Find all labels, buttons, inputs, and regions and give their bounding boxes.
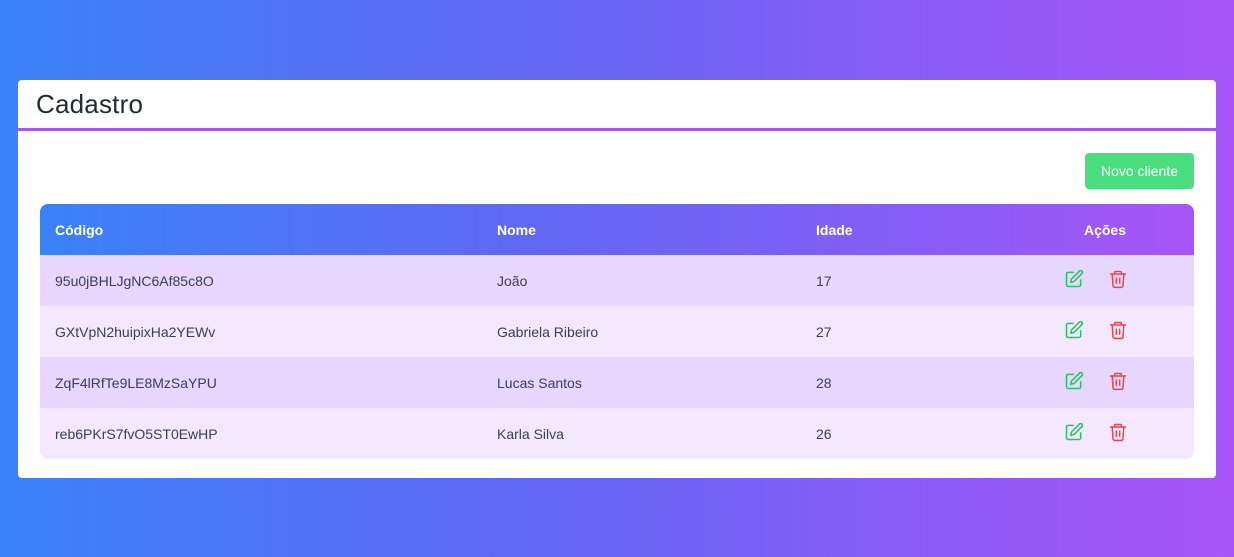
cell-codigo: GXtVpN2huipixHa2YEWv: [55, 323, 216, 340]
cell-idade: 28: [816, 374, 832, 391]
card-header: Cadastro: [18, 80, 1216, 131]
cell-nome: Gabriela Ribeiro: [497, 323, 599, 340]
cell-codigo: reb6PKrS7fvO5ST0EwHP: [55, 425, 218, 442]
table-header-row: Código Nome Idade Ações: [40, 204, 1194, 255]
row-actions: [1064, 269, 1128, 289]
trash-icon[interactable]: [1108, 320, 1128, 340]
trash-icon[interactable]: [1108, 269, 1128, 289]
column-header-codigo: Código: [55, 221, 104, 238]
edit-icon[interactable]: [1064, 422, 1084, 442]
toolbar: Novo cliente: [40, 153, 1194, 189]
cell-codigo: 95u0jBHLJgNC6Af85c8O: [55, 272, 214, 289]
row-actions: [1064, 371, 1128, 391]
clients-table-wrapper: Código Nome Idade Ações 95u0jBHLJgNC6Af8…: [40, 204, 1194, 459]
cell-nome: Lucas Santos: [497, 374, 582, 391]
table-row: GXtVpN2huipixHa2YEWv Gabriela Ribeiro 27: [40, 306, 1194, 357]
edit-icon[interactable]: [1064, 320, 1084, 340]
cell-idade: 26: [816, 425, 832, 442]
page-title: Cadastro: [36, 88, 144, 119]
column-header-acoes: Ações: [1083, 221, 1127, 238]
cell-acoes: [1016, 306, 1194, 357]
cell-acoes: [1016, 255, 1194, 306]
row-actions: [1064, 422, 1128, 442]
new-client-button[interactable]: Novo cliente: [1085, 153, 1194, 189]
column-header-idade: Idade: [816, 221, 853, 238]
edit-icon[interactable]: [1064, 371, 1084, 391]
table-body: 95u0jBHLJgNC6Af85c8O João 17 GXtVpN2huip…: [40, 255, 1194, 459]
clients-table: Código Nome Idade Ações 95u0jBHLJgNC6Af8…: [40, 204, 1194, 459]
cell-codigo: ZqF4lRfTe9LE8MzSaYPU: [55, 374, 217, 391]
cell-idade: 27: [816, 323, 832, 340]
card-body: Novo cliente Código Nome Idade Ações 95u…: [18, 131, 1216, 478]
row-actions: [1064, 320, 1128, 340]
column-header-nome: Nome: [497, 221, 536, 238]
cell-acoes: [1016, 408, 1194, 459]
trash-icon[interactable]: [1108, 422, 1128, 442]
table-row: 95u0jBHLJgNC6Af85c8O João 17: [40, 255, 1194, 306]
cell-nome: Karla Silva: [497, 425, 564, 442]
table-row: ZqF4lRfTe9LE8MzSaYPU Lucas Santos 28: [40, 357, 1194, 408]
trash-icon[interactable]: [1108, 371, 1128, 391]
cell-acoes: [1016, 357, 1194, 408]
cadastro-card: Cadastro Novo cliente Código Nome Idade …: [18, 80, 1216, 478]
table-row: reb6PKrS7fvO5ST0EwHP Karla Silva 26: [40, 408, 1194, 459]
edit-icon[interactable]: [1064, 269, 1084, 289]
cell-nome: João: [497, 272, 528, 289]
cell-idade: 17: [816, 272, 832, 289]
table-header: Código Nome Idade Ações: [40, 204, 1194, 255]
